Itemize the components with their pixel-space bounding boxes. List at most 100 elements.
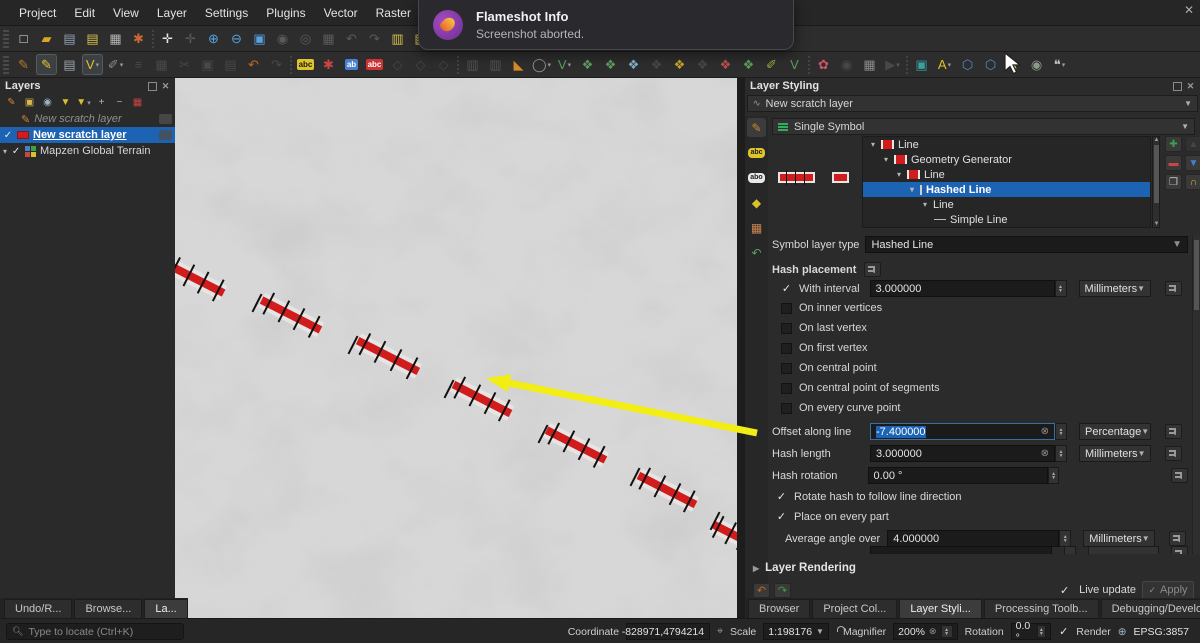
tab-symbology[interactable]: ✎ (747, 118, 766, 137)
new-layout-icon[interactable]: ▥ (387, 28, 408, 49)
flameshot-notification[interactable]: Flameshot Info Screenshot aborted. (418, 0, 794, 50)
simplify-feature-icon[interactable]: ❖ (692, 54, 713, 75)
measure-icon[interactable]: ◣ (508, 54, 529, 75)
modify-attributes-icon[interactable]: ≡ (128, 54, 149, 75)
collapse-all-icon[interactable]: − (112, 95, 127, 110)
close-panel-icon[interactable]: ✕ (1186, 81, 1195, 91)
expand-icon[interactable]: ▾ (869, 140, 877, 149)
layer-visibility-checkbox[interactable]: ✓ (11, 146, 21, 157)
symbol-tree-item[interactable]: ▾ Line (863, 167, 1150, 182)
rotate-label-icon[interactable]: ◇ (410, 54, 431, 75)
magnifier-input[interactable]: 200% ⊗ ▲ ▼ (893, 623, 958, 640)
add-bookmark-icon[interactable]: ◉ (1026, 54, 1047, 75)
layer-item[interactable]: ✓ New scratch layer (0, 127, 175, 143)
expand-all-icon[interactable]: + (94, 95, 109, 110)
check-geometries-icon[interactable]: ✿ (813, 54, 834, 75)
render-checkbox[interactable]: ✓ (1058, 625, 1069, 638)
project-properties-icon[interactable]: ✱ (128, 28, 149, 49)
interval-stepper[interactable]: ▲ ▼ (1054, 280, 1067, 297)
save-project-as-icon[interactable]: ▤ (82, 28, 103, 49)
coordinate-value[interactable]: -828971,4794214 (622, 623, 711, 640)
left-dock-tab[interactable]: Browse... (74, 599, 143, 618)
offset-along-line-input[interactable]: -7.400000 ⊗ (870, 423, 1055, 440)
layer-item[interactable]: ▾ ✓ Mapzen Global Terrain (0, 143, 175, 159)
split-parts-icon[interactable]: ❖ (623, 54, 644, 75)
expand-icon[interactable]: ▾ (921, 200, 929, 209)
average-angle-input[interactable]: 4.000000 (887, 530, 1060, 547)
favorites-icon[interactable]: ★ (1003, 54, 1024, 75)
hash-length-stepper[interactable]: ▲ ▼ (1055, 445, 1067, 462)
layer-indicator-icon[interactable] (159, 114, 172, 124)
tab-diagrams[interactable]: ▦ (747, 218, 766, 237)
toolbar-handle[interactable] (3, 29, 9, 48)
right-dock-tab[interactable]: Processing Toolb... (983, 599, 1099, 618)
expand-icon[interactable]: ▾ (908, 185, 916, 194)
place-every-part-checkbox[interactable]: ✓ (776, 510, 787, 523)
close-panel-icon[interactable]: ✕ (161, 81, 170, 91)
clear-icon[interactable]: ⊗ (1041, 448, 1049, 459)
tab-labels[interactable]: abc (747, 143, 766, 162)
tab-history[interactable]: ↶ (747, 243, 766, 262)
close-icon[interactable]: ✕ (1184, 3, 1194, 17)
live-update-checkbox[interactable]: ✓ (1059, 584, 1070, 597)
symbol-tree-item[interactable]: Simple Line (863, 212, 1150, 227)
attribute-table-icon[interactable]: ▥ (462, 54, 483, 75)
geometry-checker-icon[interactable]: ◉ (836, 54, 857, 75)
data-defined-override-icon[interactable] (1169, 531, 1187, 546)
reshape-features-icon[interactable]: ❖ (577, 54, 598, 75)
tab-3d-view[interactable]: ◆ (747, 193, 766, 212)
select-freehand-icon[interactable]: ⬡ (980, 54, 1001, 75)
data-defined-override-icon[interactable] (864, 262, 882, 277)
float-panel-icon[interactable] (148, 81, 157, 91)
remove-layer-icon[interactable]: ▦ (130, 95, 145, 110)
zoom-last-icon[interactable]: ↶ (341, 28, 362, 49)
zoom-next-icon[interactable]: ↷ (364, 28, 385, 49)
duplicate-symbol-layer-button[interactable]: ❐ (1165, 174, 1182, 190)
move-down-button[interactable]: ▼ (1185, 155, 1200, 171)
right-dock-tab[interactable]: Browser (748, 599, 811, 618)
lock-color-button[interactable]: ∩ (1185, 174, 1200, 190)
menu-project[interactable]: Project (10, 0, 65, 26)
current-edits-icon[interactable]: ✎ (13, 54, 34, 75)
placement-checkbox[interactable] (781, 362, 792, 374)
pan-to-selection-icon[interactable]: ✛ (180, 28, 201, 49)
layer-visibility-checkbox[interactable]: ✓ (3, 130, 13, 141)
left-dock-tab[interactable]: Undo/R... (4, 599, 73, 618)
expand-icon[interactable]: ▾ (895, 170, 903, 179)
offset-curve-icon[interactable]: ✐ (761, 54, 782, 75)
layer-rendering-label[interactable]: Layer Rendering (765, 562, 856, 574)
merge-features-icon[interactable]: ❖ (646, 54, 667, 75)
data-defined-override-icon[interactable] (1164, 281, 1182, 296)
styling-scrollbar[interactable] (1192, 236, 1200, 554)
hash-rotation-input[interactable]: 0.00 ° (867, 467, 1048, 484)
menu-raster[interactable]: Raster (367, 0, 420, 26)
average-angle-unit-select[interactable]: Millimeters ▼ (1083, 530, 1156, 547)
cut-features-icon[interactable]: ✂ (174, 54, 195, 75)
placement-checkbox[interactable] (781, 322, 792, 334)
menu-settings[interactable]: Settings (196, 0, 257, 26)
move-label-icon[interactable]: ◇ (387, 54, 408, 75)
open-layer-styling-icon[interactable]: ✎ (4, 95, 19, 110)
zoom-to-selection-icon[interactable]: ◉ (272, 28, 293, 49)
paste-features-icon[interactable]: ▤ (220, 54, 241, 75)
tab-masks[interactable]: abo (747, 168, 766, 187)
menu-view[interactable]: View (104, 0, 148, 26)
data-defined-override-icon[interactable] (1165, 446, 1182, 461)
expand-icon[interactable]: ▾ (3, 147, 7, 156)
float-panel-icon[interactable] (1173, 81, 1182, 91)
rotate-hash-checkbox[interactable]: ✓ (776, 490, 787, 503)
delete-selected-icon[interactable]: ▦ (151, 54, 172, 75)
zoom-to-layer-icon[interactable]: ◎ (295, 28, 316, 49)
scale-select[interactable]: 1:198176 ▼ (763, 623, 829, 640)
add-group-icon[interactable]: ▣ (22, 95, 37, 110)
interval-input[interactable]: 3.000000 (869, 280, 1055, 297)
select-radius-icon[interactable]: ◯ ▾ (531, 54, 552, 75)
redo-style-button[interactable]: ↷ (774, 582, 791, 598)
menu-vector[interactable]: Vector (315, 0, 367, 26)
apply-button[interactable]: ✓ Apply (1142, 581, 1194, 599)
symbol-tree-item[interactable]: ▾ Geometry Generator (863, 152, 1150, 167)
move-up-button[interactable]: ▲ (1185, 136, 1200, 152)
expand-icon[interactable]: ▾ (882, 155, 890, 164)
filter-expression-icon[interactable]: ▼ ▾ (76, 95, 91, 110)
save-layer-edits-icon[interactable]: ▤ (59, 54, 80, 75)
